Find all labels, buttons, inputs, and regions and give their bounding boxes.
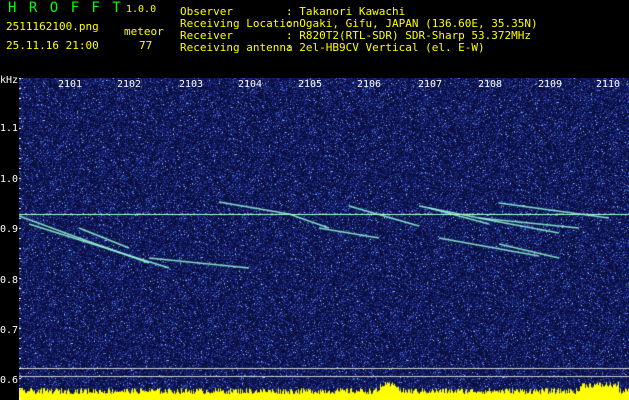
datetime-label: 25.11.16 21:00 [6,39,99,52]
app-title: H R O F F T [8,0,123,16]
version-label: 1.0.0 [126,4,157,15]
antenna-label: Receiving antenna [180,41,293,54]
x-tick-label: 2107 [418,79,443,90]
y-tick-label: 1.0 [0,174,19,185]
x-tick-label: 2101 [58,79,83,90]
filename-label: 2511162100.png [6,20,99,33]
spectrogram-canvas [19,78,629,400]
x-tick-label: 2109 [538,79,563,90]
x-tick-label: 2108 [478,79,503,90]
count-label: 77 [139,39,153,52]
y-tick-label: 1.1 [0,123,19,134]
y-tick-label: 0.7 [0,325,19,336]
x-tick-label: 2106 [357,79,382,90]
x-tick-label: 2102 [117,79,142,90]
x-tick-label: 2105 [298,79,323,90]
x-tick-label: 2104 [238,79,263,90]
y-tick-label: 0.9 [0,224,19,235]
antenna-value: : 2el-HB9CV Vertical (el. E-W) [286,41,485,54]
y-tick-label: 0.8 [0,275,19,286]
x-tick-label: 2103 [179,79,204,90]
y-axis-unit: kHz [0,75,19,86]
mode-label: meteor [124,25,164,38]
y-tick-label: 0.6 [0,375,19,386]
x-tick-label: 2110 [596,79,621,90]
